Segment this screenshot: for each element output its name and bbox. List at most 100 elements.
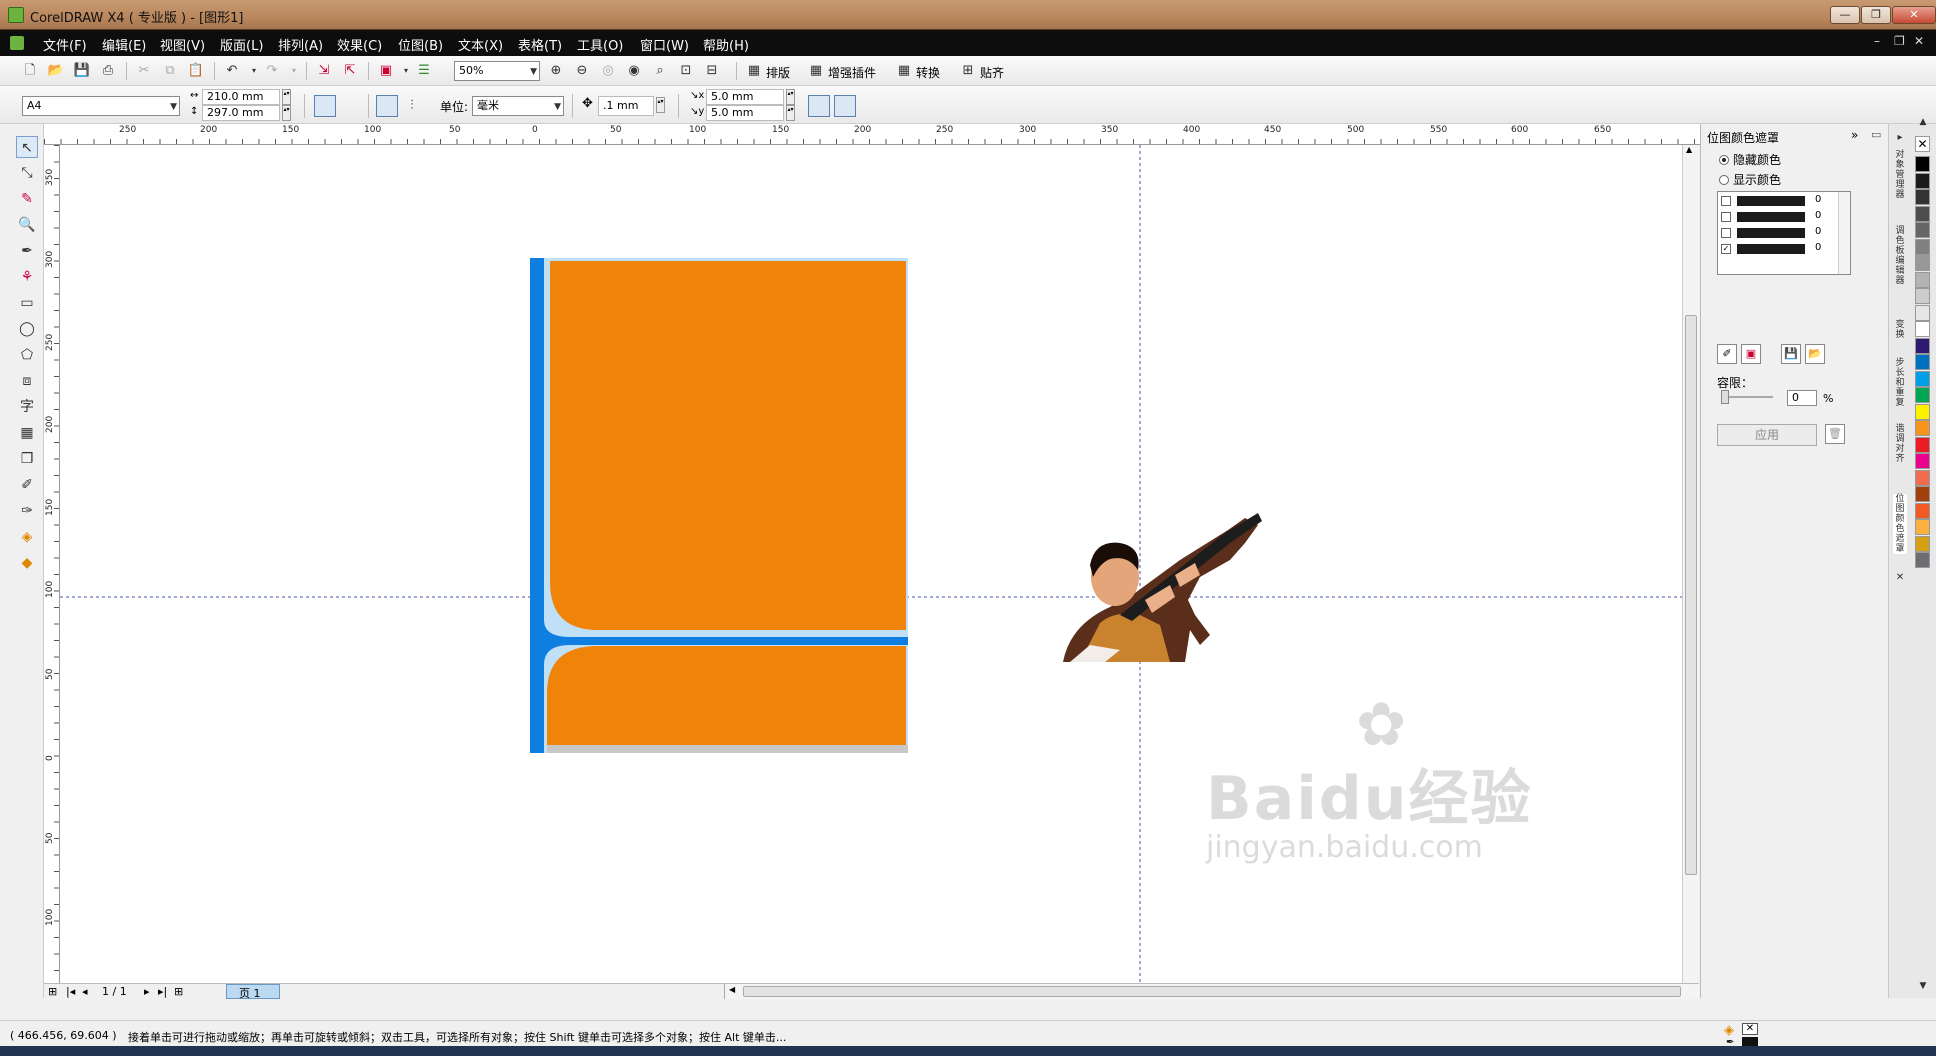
palette-swatch[interactable]: [1915, 552, 1930, 568]
person-bitmap[interactable]: [1063, 513, 1262, 662]
tab-transform[interactable]: 变换: [1893, 320, 1907, 340]
prev-page-icon[interactable]: ◂: [82, 985, 88, 998]
dup-x-spinner[interactable]: ▴▾: [786, 89, 795, 105]
width-spinner[interactable]: ▴▾: [282, 89, 291, 105]
vertical-scroll-thumb[interactable]: [1685, 315, 1697, 875]
palette-swatch[interactable]: [1915, 337, 1930, 354]
last-page-icon[interactable]: ▸|: [158, 985, 167, 998]
remove-color-icon[interactable]: 🗑: [1825, 424, 1845, 444]
tab-step-repeat[interactable]: 步长和重复: [1893, 358, 1907, 408]
add-page-after-icon[interactable]: ⊞: [174, 985, 183, 998]
dup-y-spinner[interactable]: ▴▾: [786, 105, 795, 121]
palette-swatch[interactable]: [1915, 535, 1930, 552]
extrude-tool-icon[interactable]: ❒: [16, 448, 38, 470]
save-mask-icon[interactable]: 💾: [1781, 344, 1801, 364]
menu-help[interactable]: 帮助(H): [703, 35, 749, 54]
palette-swatch[interactable]: [1915, 288, 1930, 304]
nudge-spinner[interactable]: ▴▾: [656, 97, 665, 113]
draw-with-outline-toggle[interactable]: [834, 95, 856, 117]
shape-tool-icon[interactable]: ⤡: [16, 162, 38, 184]
menu-table[interactable]: 表格(T): [518, 35, 562, 54]
minimize-button[interactable]: —: [1830, 6, 1860, 24]
portrait-toggle[interactable]: [314, 95, 336, 117]
maximize-button[interactable]: ❐: [1861, 6, 1891, 24]
list-scrollbar[interactable]: [1838, 192, 1850, 274]
menu-effects[interactable]: 效果(C): [337, 35, 382, 54]
current-page-icon[interactable]: ⫶: [402, 96, 422, 116]
zoom-tool-icon[interactable]: 🔍: [16, 214, 38, 236]
palette-swatch[interactable]: [1915, 205, 1930, 222]
tab-palette-editor[interactable]: 调色板编辑器: [1893, 226, 1907, 286]
paste-icon[interactable]: 📋: [186, 61, 206, 81]
palette-swatch[interactable]: [1915, 502, 1930, 519]
color-checkbox[interactable]: [1721, 196, 1731, 206]
plugin-button[interactable]: 增强插件: [828, 64, 876, 81]
palette-swatch[interactable]: [1915, 238, 1930, 255]
color-row[interactable]: 0: [1721, 226, 1846, 239]
duplicate-x-input[interactable]: 5.0 mm: [706, 89, 784, 105]
tab-align[interactable]: 谐调对齐: [1893, 424, 1907, 464]
table-tool-icon[interactable]: ▦: [16, 422, 38, 444]
crop-tool-icon[interactable]: ✎: [16, 188, 38, 210]
palette-scroll-up-icon[interactable]: ▲: [1913, 112, 1933, 132]
menu-layout[interactable]: 版面(L): [220, 35, 263, 54]
palette-swatch[interactable]: [1915, 222, 1930, 238]
application-launcher-icon[interactable]: ▣: [376, 61, 396, 81]
minimize-docker-icon[interactable]: ▭: [1871, 128, 1881, 141]
palette-scroll-down-icon[interactable]: ▼: [1913, 976, 1933, 996]
open-mask-icon[interactable]: 📂: [1805, 344, 1825, 364]
scroll-up-icon[interactable]: ▲: [1686, 145, 1692, 154]
copy-icon[interactable]: ⧉: [160, 61, 180, 81]
tab-object-manager[interactable]: 对象管理器: [1893, 150, 1907, 200]
treat-as-filled-toggle[interactable]: [808, 95, 830, 117]
all-pages-toggle[interactable]: [376, 95, 398, 117]
page-size-combo[interactable]: A4 ▼: [22, 96, 180, 116]
palette-swatch[interactable]: [1915, 321, 1930, 337]
palette-swatch[interactable]: [1915, 387, 1930, 403]
horizontal-ruler[interactable]: 250 200 150 100 50 0 50 100 150 200 250 …: [44, 124, 1704, 145]
palette-swatch[interactable]: [1915, 255, 1930, 271]
pick-tool-icon[interactable]: ↖: [16, 136, 38, 158]
zoom-page-icon[interactable]: ⌕: [650, 61, 670, 81]
tolerance-slider-thumb[interactable]: [1721, 390, 1729, 404]
eyedropper-tool-icon[interactable]: ✐: [16, 474, 38, 496]
ellipse-tool-icon[interactable]: ◯: [16, 318, 38, 340]
page-tab[interactable]: 页 1: [226, 984, 280, 1000]
doc-restore-button[interactable]: ❐: [1894, 34, 1905, 48]
zoom-in-icon[interactable]: ⊕: [546, 61, 566, 81]
duplicate-y-input[interactable]: 5.0 mm: [706, 105, 784, 121]
horizontal-scrollbar[interactable]: ◀: [724, 984, 1699, 999]
zoom-combo[interactable]: 50% ▼: [454, 61, 540, 81]
first-page-icon[interactable]: |◂: [66, 985, 75, 998]
menu-edit[interactable]: 编辑(E): [102, 35, 146, 54]
no-color-swatch-icon[interactable]: ✕: [1915, 136, 1930, 152]
zoom-selected-icon[interactable]: ◎: [598, 61, 618, 81]
vertical-scrollbar[interactable]: ▲: [1682, 145, 1699, 983]
doc-minimize-button[interactable]: –: [1874, 34, 1880, 48]
add-page-before-icon[interactable]: ⊞: [48, 985, 57, 998]
zoom-width-icon[interactable]: ⊡: [676, 61, 696, 81]
color-row[interactable]: 0: [1721, 194, 1846, 207]
text-tool-icon[interactable]: 字: [16, 396, 38, 418]
snap-button[interactable]: 贴齐: [980, 64, 1004, 81]
welcome-screen-icon[interactable]: ☰: [414, 61, 434, 81]
tab-scroll-up-icon[interactable]: ▸: [1890, 128, 1910, 148]
freehand-tool-icon[interactable]: ✒: [16, 240, 38, 262]
cut-icon[interactable]: ✂: [134, 61, 154, 81]
tab-close-icon[interactable]: ✕: [1890, 568, 1910, 588]
palette-swatch[interactable]: [1915, 519, 1930, 535]
rectangle-tool-icon[interactable]: ▭: [16, 292, 38, 314]
menu-file[interactable]: 文件(F): [43, 35, 87, 54]
apply-button[interactable]: 应用: [1717, 424, 1817, 446]
drawing-canvas[interactable]: ✿ Baidu经验 jingyan.baidu.com: [60, 145, 1682, 985]
redo-dropdown-icon[interactable]: ▾: [284, 61, 304, 81]
expand-icon[interactable]: »: [1851, 128, 1858, 142]
undo-dropdown-icon[interactable]: ▾: [244, 61, 264, 81]
page-width-input[interactable]: 210.0 mm: [202, 89, 280, 105]
smart-fill-tool-icon[interactable]: ⚘: [16, 266, 38, 288]
palette-swatch[interactable]: [1915, 370, 1930, 387]
plugin-icon[interactable]: ▦: [806, 61, 826, 81]
palette-swatch[interactable]: [1915, 304, 1930, 321]
menu-window[interactable]: 窗口(W): [640, 35, 689, 54]
next-page-icon[interactable]: ▸: [144, 985, 150, 998]
